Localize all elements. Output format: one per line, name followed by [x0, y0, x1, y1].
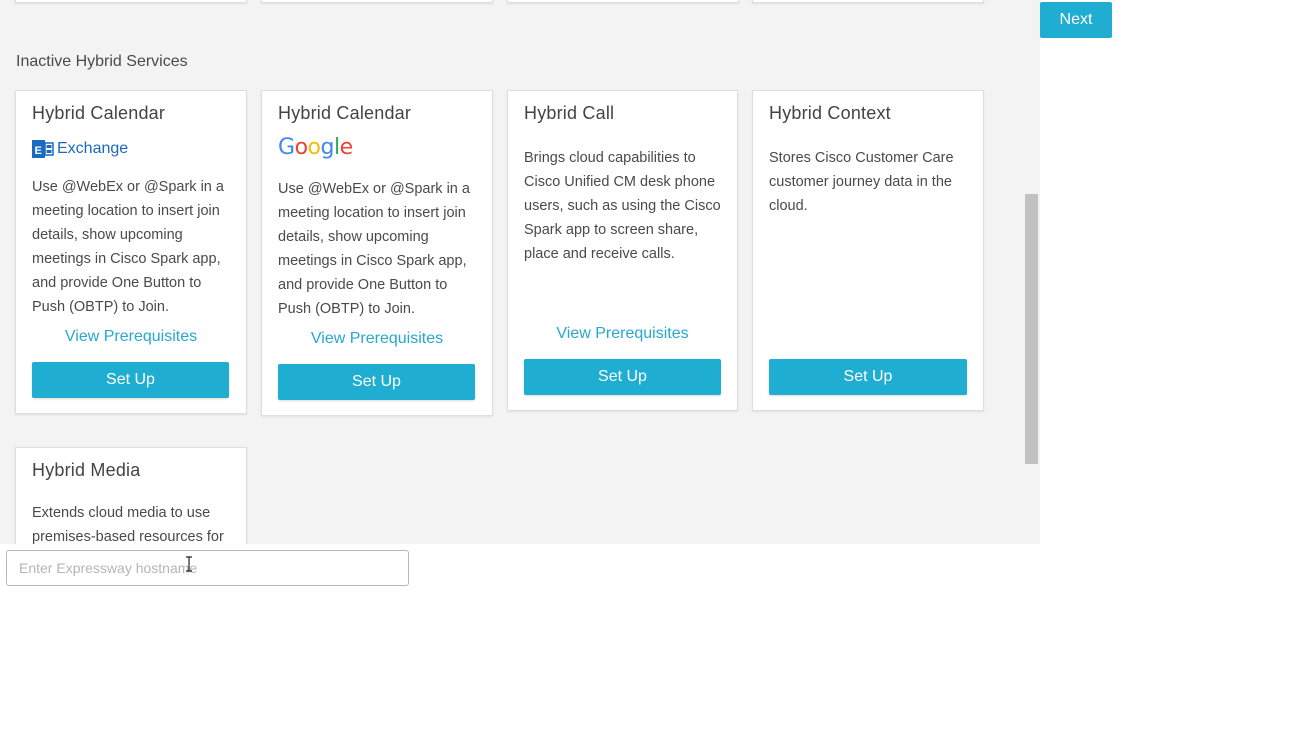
active-service-card-edge [261, 0, 493, 3]
exchange-logo-text: Exchange [57, 140, 129, 157]
hybrid-call-card: Hybrid Call Brings cloud capabilities to… [507, 90, 738, 411]
active-service-card-edge [507, 0, 739, 3]
google-logo-letter: o [307, 135, 321, 160]
exchange-logo: E Exchange [32, 138, 128, 160]
hybrid-calendar-exchange-card: Hybrid Calendar E Exchange Use @WebEx or… [15, 90, 247, 414]
view-prerequisites-link[interactable]: View Prerequisites [16, 328, 246, 346]
expressway-hostname-input[interactable] [6, 550, 409, 586]
text-cursor-icon [186, 556, 192, 572]
card-title: Hybrid Calendar [278, 103, 412, 123]
google-logo-letter: o [294, 135, 308, 160]
exchange-logo-icon: E [32, 140, 54, 158]
card-description: Extends cloud media to use premises-base… [32, 505, 224, 544]
next-button[interactable]: Next [1040, 2, 1112, 38]
scrollbar-thumb[interactable] [1025, 194, 1038, 464]
card-title: Hybrid Media [32, 460, 141, 480]
google-logo-letter: g [320, 135, 335, 160]
google-logo-letter: G [278, 135, 295, 160]
hybrid-context-card: Hybrid Context Stores Cisco Customer Car… [752, 90, 984, 411]
card-title: Hybrid Context [769, 103, 891, 123]
set-up-button[interactable]: Set Up [278, 364, 475, 400]
set-up-button[interactable]: Set Up [32, 362, 229, 398]
google-logo-letter: e [339, 135, 354, 160]
view-prerequisites-link[interactable]: View Prerequisites [508, 325, 737, 343]
section-title: Inactive Hybrid Services [16, 53, 188, 70]
card-description: Use @WebEx or @Spark in a meeting locati… [278, 181, 470, 317]
card-title: Hybrid Call [524, 103, 615, 123]
view-prerequisites-link[interactable]: View Prerequisites [262, 330, 492, 348]
card-title: Hybrid Calendar [32, 103, 166, 123]
google-logo-icon: Google [278, 135, 353, 160]
active-service-card-edge [752, 0, 984, 3]
hybrid-calendar-google-card: Hybrid Calendar Google Use @WebEx or @Sp… [261, 90, 493, 416]
set-up-button[interactable]: Set Up [524, 359, 721, 395]
active-service-card-edge [15, 0, 247, 3]
card-description: Use @WebEx or @Spark in a meeting locati… [32, 179, 224, 315]
hybrid-media-card: Hybrid Media Extends cloud media to use … [15, 447, 247, 544]
svg-text:E: E [35, 145, 42, 157]
card-description: Brings cloud capabilities to Cisco Unifi… [524, 150, 721, 262]
services-panel: Inactive Hybrid Services Hybrid Calendar… [0, 0, 1024, 544]
card-description: Stores Cisco Customer Care customer jour… [769, 150, 954, 214]
set-up-button[interactable]: Set Up [769, 359, 967, 395]
